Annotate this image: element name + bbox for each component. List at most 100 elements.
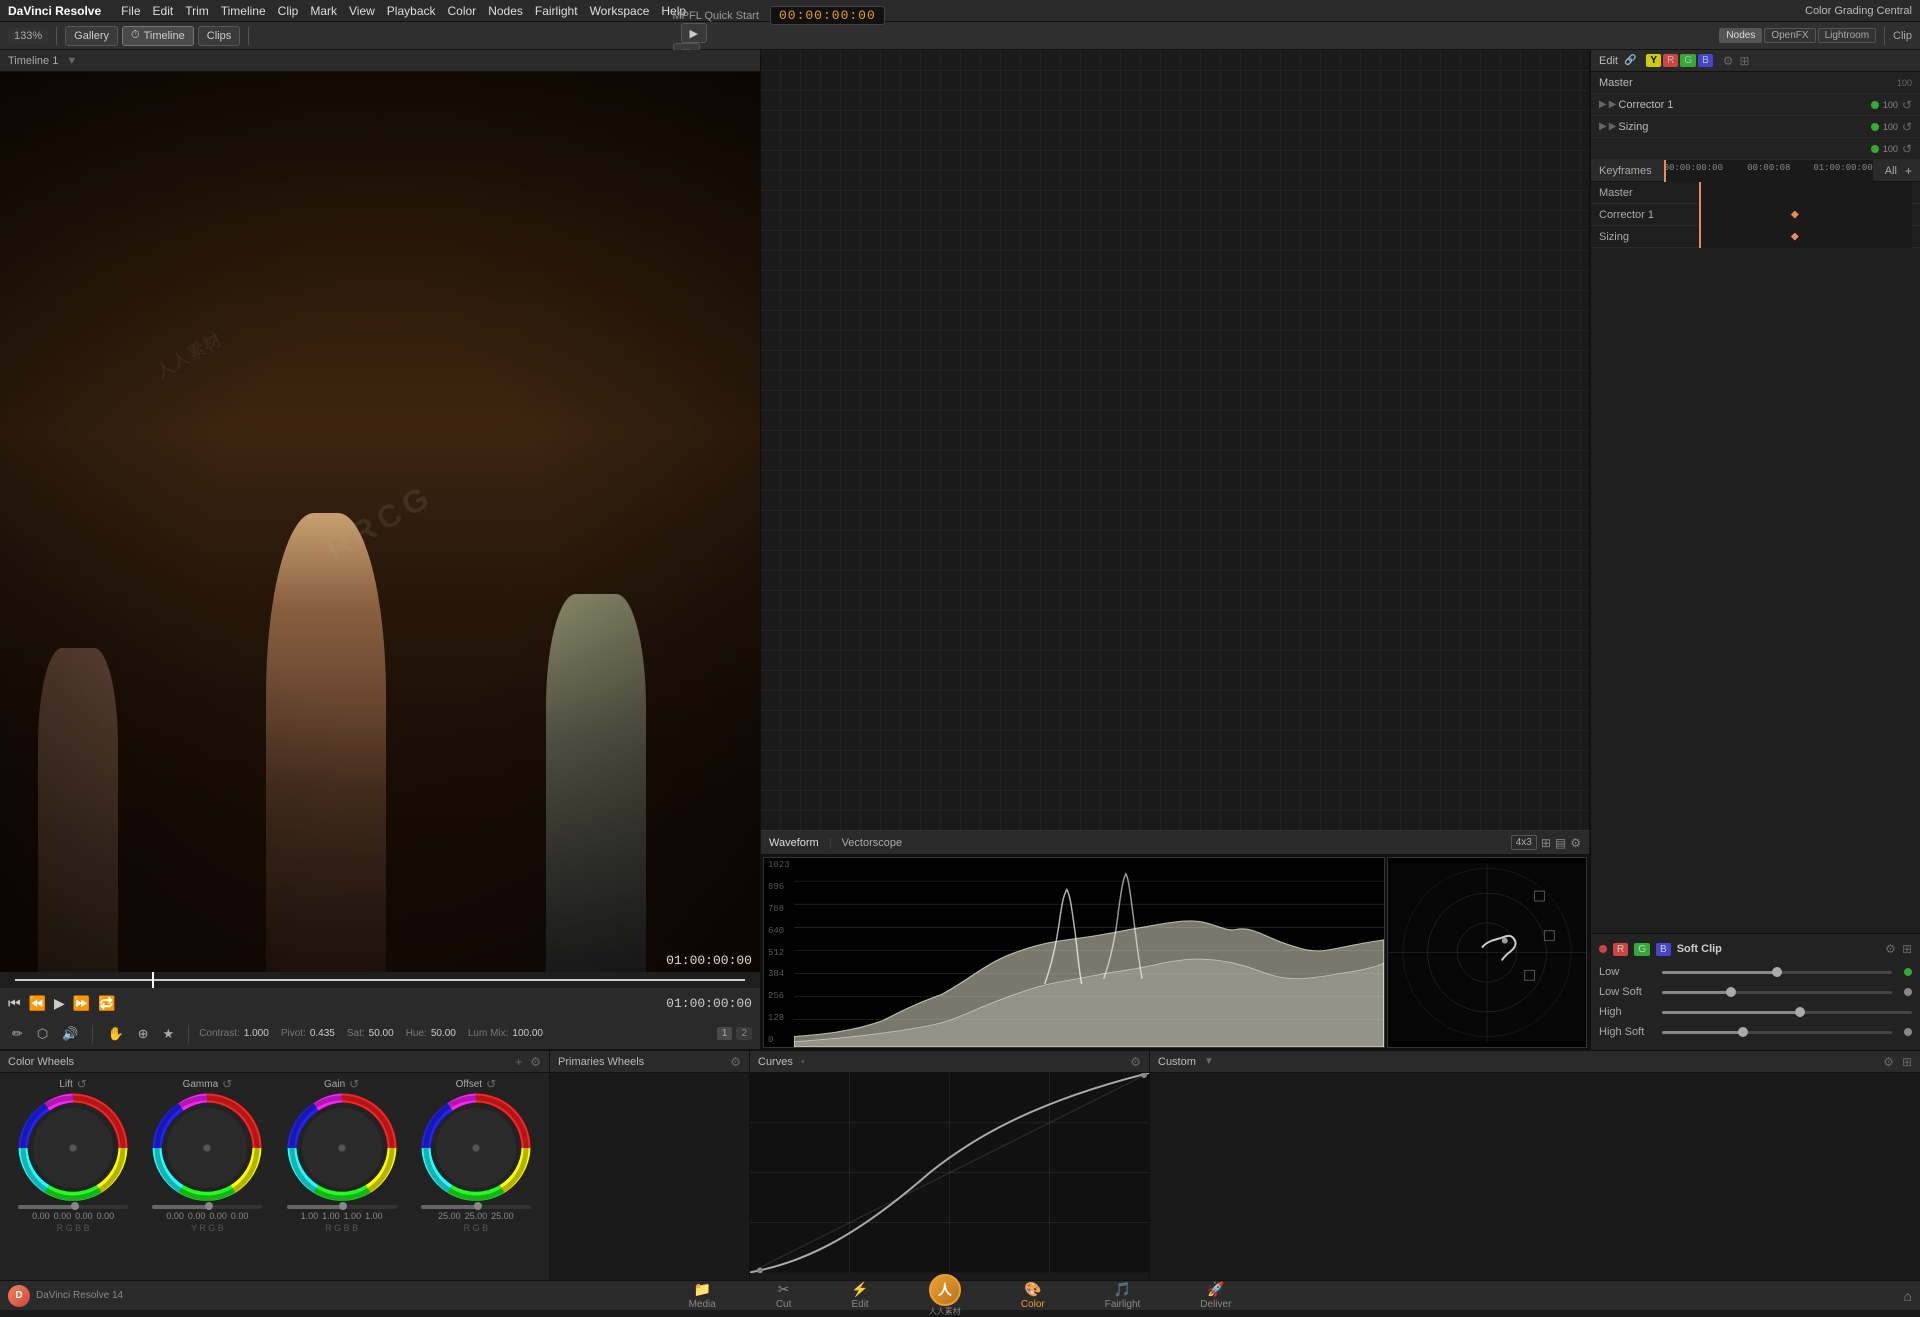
menu-playback[interactable]: Playback [387,4,436,18]
step-forward-button[interactable]: ⏩ [73,995,90,1012]
offset-reset[interactable]: ↺ [486,1077,496,1091]
gamma-slider-knob[interactable] [205,1202,213,1210]
menu-view[interactable]: View [349,4,375,18]
gamma-wheel[interactable] [152,1093,262,1203]
star-tool[interactable]: ★ [159,1024,179,1044]
corrector1-expand[interactable]: ▶ [1599,99,1607,110]
lift-slider[interactable] [18,1205,128,1209]
menu-workspace[interactable]: Workspace [590,4,650,18]
menu-color[interactable]: Color [448,4,477,18]
gain-slider[interactable] [287,1205,397,1209]
waveform-tab[interactable]: Waveform [769,837,819,849]
extra-reset[interactable]: ↺ [1902,142,1912,156]
main-timecode[interactable]: 00:00:00:00 [770,6,885,25]
offset-slider[interactable] [421,1205,531,1209]
timeline-button[interactable]: ⏱ Timeline [122,26,194,46]
timeline-scrub-bar[interactable] [0,972,760,988]
select-tool[interactable]: ⬡ [33,1024,52,1044]
kf-add-btn[interactable]: + [1905,164,1912,178]
offset-slider-knob[interactable] [474,1202,482,1210]
clip-label[interactable]: Clip [1893,30,1912,42]
sizing-reset[interactable]: ↺ [1902,120,1912,134]
curves-grid-svg[interactable] [750,1073,1149,1273]
sizing-expand2[interactable]: ▶ [1609,121,1617,132]
clips-button[interactable]: Clips [198,26,240,46]
menu-trim[interactable]: Trim [185,4,209,18]
softclip-low-knob[interactable] [1772,967,1782,977]
kf-filter-all[interactable]: All [1885,165,1897,177]
nav-fairlight[interactable]: 🎵 Fairlight [1105,1281,1141,1310]
audio-tool[interactable]: 🔊 [58,1024,82,1044]
corrector1-reset[interactable]: ↺ [1902,98,1912,112]
vectorscope-tab[interactable]: Vectorscope [842,837,903,849]
step-back-button[interactable]: ⏪ [29,995,46,1012]
go-to-start-button[interactable]: ⏮ [8,995,21,1012]
channel-g-btn[interactable]: G [1680,54,1696,67]
softclip-lowsoft-knob[interactable] [1726,987,1736,997]
home-btn[interactable]: ⌂ [1904,1288,1912,1304]
offset-wheel[interactable] [421,1093,531,1203]
sizing-expand[interactable]: ▶ [1599,121,1607,132]
node-editor[interactable]: RRCG 01 [761,50,1589,830]
custom-expand[interactable]: ⊞ [1902,1055,1912,1069]
pencil-tool[interactable]: ✏ [8,1024,27,1044]
channel-r-btn[interactable]: R [1663,54,1678,67]
nav-media[interactable]: 📁 Media [689,1281,716,1310]
softclip-high-slider[interactable] [1662,1011,1912,1014]
softclip-low-slider[interactable] [1662,971,1892,974]
zoom-tool[interactable]: ⊕ [134,1024,153,1044]
softclip-settings[interactable]: ⚙ [1885,942,1896,956]
lift-slider-knob[interactable] [71,1202,79,1210]
softclip-high-knob[interactable] [1795,1007,1805,1017]
lift-wheel[interactable] [18,1093,128,1203]
scope-layout-btn[interactable]: 4x3 [1511,835,1537,850]
gain-reset[interactable]: ↺ [349,1077,359,1091]
play-button[interactable]: ▶ [54,995,65,1012]
grab-tool[interactable]: ✋ [103,1024,127,1044]
softclip-highsoft-slider[interactable] [1662,1031,1892,1034]
play-controls[interactable]: ▶ [681,23,707,43]
channel-y-btn[interactable]: Y [1646,54,1661,67]
page-1-btn[interactable]: 1 [717,1027,733,1040]
gain-wheel[interactable] [287,1093,397,1203]
gain-slider-knob[interactable] [339,1202,347,1210]
nav-cut[interactable]: ✂ Cut [776,1281,792,1310]
gamma-slider[interactable] [152,1205,262,1209]
curves-settings[interactable]: ⚙ [1130,1055,1141,1069]
scope-grid-btn[interactable]: ⊞ [1541,836,1551,850]
menu-edit[interactable]: Edit [153,4,174,18]
gallery-button[interactable]: Gallery [65,26,118,46]
menu-nodes[interactable]: Nodes [488,4,523,18]
custom-dropdown[interactable]: ▼ [1204,1056,1214,1067]
softclip-r-btn[interactable]: R [1613,943,1628,956]
lightroom-tab[interactable]: Lightroom [1818,28,1876,43]
playhead[interactable] [152,972,154,988]
openfx-tab[interactable]: OpenFX [1764,28,1815,43]
nodes-tab[interactable]: Nodes [1719,28,1762,43]
menu-clip[interactable]: Clip [278,4,299,18]
channel-b-btn[interactable]: B [1698,54,1713,67]
scope-settings-btn[interactable]: ⚙ [1570,836,1581,850]
color-wheels-settings[interactable]: ⚙ [530,1055,541,1069]
primaries-settings[interactable]: ⚙ [730,1055,741,1069]
page-2-btn[interactable]: 2 [736,1027,752,1040]
lift-reset[interactable]: ↺ [77,1077,87,1091]
menu-mark[interactable]: Mark [310,4,337,18]
loop-button[interactable]: 🔁 [98,995,115,1012]
nav-color[interactable]: 🎨 Color [1021,1281,1045,1310]
nav-edit[interactable]: ⚡ Edit [851,1281,868,1310]
edit-panel-expand[interactable]: ⊞ [1740,54,1750,68]
softclip-expand[interactable]: ⊞ [1902,942,1912,956]
edit-panel-icon[interactable]: ⚙ [1723,54,1734,68]
menu-fairlight[interactable]: Fairlight [535,4,578,18]
custom-settings[interactable]: ⚙ [1883,1055,1894,1069]
menu-file[interactable]: File [121,4,140,18]
softclip-lowsoft-slider[interactable] [1662,991,1892,994]
scope-list-btn[interactable]: ▤ [1555,836,1566,850]
nav-deliver[interactable]: 🚀 Deliver [1200,1281,1231,1310]
softclip-g-btn[interactable]: G [1634,943,1650,956]
gamma-reset[interactable]: ↺ [222,1077,232,1091]
color-wheels-add[interactable]: + [515,1055,522,1069]
menu-timeline[interactable]: Timeline [221,4,266,18]
softclip-b-btn[interactable]: B [1656,943,1671,956]
